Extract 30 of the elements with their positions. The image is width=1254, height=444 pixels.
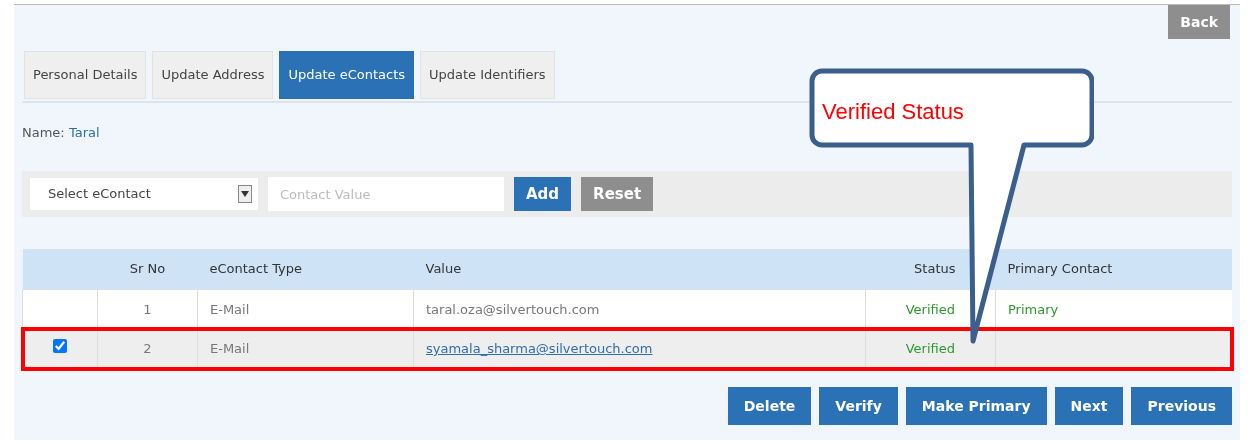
action-button[interactable]: Verify [819, 387, 898, 425]
contact-value-field[interactable]: Contact Value [268, 177, 504, 211]
action-button[interactable]: Next [1054, 387, 1124, 425]
table-cell: E-Mail [197, 289, 414, 329]
tab[interactable]: Update Address [152, 51, 274, 99]
table-cell: 1 [97, 289, 198, 329]
callout-text: Verified Status [822, 98, 964, 126]
name-label: Name: [22, 125, 65, 140]
column-header: Primary Contact [995, 249, 1232, 289]
action-button[interactable]: Previous [1131, 387, 1232, 425]
table-cell: 2 [97, 329, 198, 369]
econtact-select[interactable]: Select eContact [30, 178, 258, 210]
back-button[interactable]: Back [1168, 5, 1230, 39]
column-header: Sr No [97, 249, 198, 289]
column-header: eContact Type [197, 249, 414, 289]
table-cell: Primary [995, 289, 1232, 329]
caret-icon [238, 185, 252, 203]
row-checkbox[interactable] [53, 339, 67, 354]
tab[interactable]: Update eContacts [279, 51, 414, 99]
action-button[interactable]: Make Primary [905, 387, 1047, 425]
name-value: Taral [68, 125, 100, 140]
tab[interactable]: Personal Details [24, 51, 147, 99]
reset-button[interactable]: Reset [581, 177, 654, 211]
table-cell: taral.oza@silvertouch.com [413, 289, 866, 329]
tab[interactable]: Update Identifiers [420, 51, 555, 99]
column-header: Value [413, 249, 866, 289]
action-button[interactable]: Delete [727, 387, 812, 425]
table-cell: Verified [865, 329, 996, 369]
table-cell: E-Mail [197, 329, 414, 369]
add-button[interactable]: Add [514, 177, 572, 211]
